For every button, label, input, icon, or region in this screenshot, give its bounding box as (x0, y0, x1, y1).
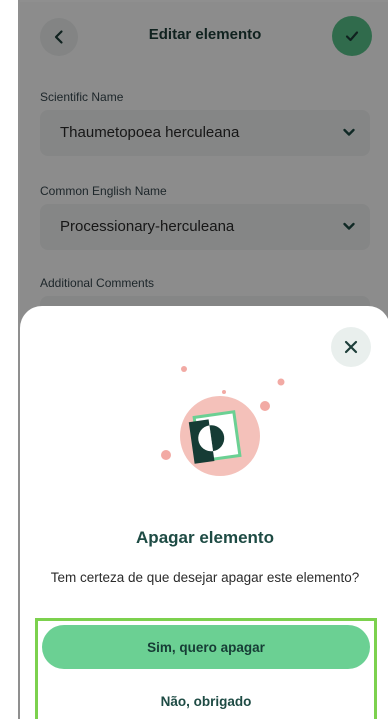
delete-dialog-sheet: Apagar elemento Tem certeza de que desej… (20, 306, 388, 719)
app-frame: Editar elemento Scientific Name Thaumeto… (18, 0, 388, 719)
dialog-actions: Sim, quero apagar Não, obrigado (35, 618, 377, 719)
delete-document-illustration (161, 366, 285, 476)
dialog-message: Tem certeza de que desejar apagar este e… (50, 570, 360, 585)
close-button[interactable] (331, 327, 371, 367)
dialog-title: Apagar elemento (136, 528, 274, 547)
close-icon (344, 340, 358, 354)
confirm-delete-button[interactable]: Sim, quero apagar (42, 625, 370, 669)
cancel-button[interactable]: Não, obrigado (42, 679, 370, 719)
